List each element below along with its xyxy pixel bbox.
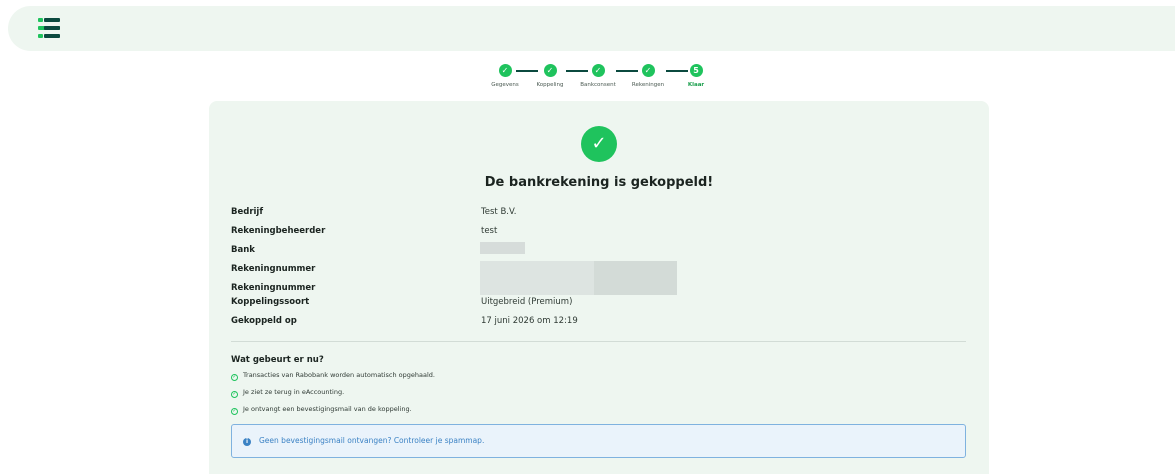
step-label: Bankconsent — [580, 82, 616, 88]
check-circle-icon: ✓ — [231, 408, 238, 415]
info-alert: i Geen bevestigingsmail ontvangen? Contr… — [231, 424, 966, 458]
detail-key: Bedrijf — [231, 207, 264, 217]
next-step-item: ✓ Je ziet ze terug in eAccounting. — [231, 388, 345, 398]
step-gegevens: ✓ Gegevens — [480, 64, 530, 88]
success-check-icon: ✓ — [581, 126, 617, 162]
next-step-item: ✓ Transacties van Rabobank worden automat… — [231, 371, 435, 381]
step-label: Rekeningen — [631, 82, 665, 88]
detail-key: Koppelingssoort — [231, 297, 310, 307]
info-icon: i — [243, 438, 251, 446]
detail-row-koppelingssoort: Koppelingssoort Uitgebreid (Premium) — [231, 297, 931, 311]
confirmation-card: ✓ De bankrekening is gekoppeld! Bedrijf … — [209, 101, 989, 474]
detail-value: test — [481, 226, 498, 236]
info-text: Geen bevestigingsmail ontvangen? Control… — [259, 436, 485, 445]
detail-key: Rekeningnummer — [231, 283, 316, 293]
step-koppeling: ✓ Koppeling — [525, 64, 575, 88]
check-circle-icon: ✓ — [231, 374, 238, 381]
top-bar — [8, 6, 1175, 51]
next-step-item: ✓ Je ontvangt een bevestigingsmail van de… — [231, 405, 412, 415]
step-bankconsent: ✓ Bankconsent — [573, 64, 623, 88]
section-divider — [231, 341, 966, 342]
step-rekeningen: ✓ Rekeningen — [623, 64, 673, 88]
check-icon: ✓ — [641, 64, 655, 77]
detail-row-rekeningbeheerder: Rekeningbeheerder test — [231, 226, 931, 240]
detail-row-bedrijf: Bedrijf Test B.V. — [231, 207, 931, 221]
detail-key: Rekeningbeheerder — [231, 226, 326, 236]
step-label: Gegevens — [491, 82, 519, 88]
page-title: De bankrekening is gekoppeld! — [484, 175, 714, 190]
detail-row-bank: Bank — [231, 245, 931, 259]
step-label: Koppeling — [536, 82, 564, 88]
next-steps-title: Wat gebeurt er nu? — [231, 355, 324, 365]
check-circle-icon: ✓ — [231, 391, 238, 398]
check-icon: ✓ — [543, 64, 557, 77]
detail-value: Test B.V. — [481, 207, 517, 217]
step-klaar: 5 Klaar — [671, 64, 721, 88]
step-number: 5 — [689, 64, 703, 77]
redacted-account-numbers-part — [594, 261, 677, 295]
detail-key: Bank — [231, 245, 255, 255]
detail-key: Rekeningnummer — [231, 264, 316, 274]
redacted-bank-value — [480, 242, 525, 254]
progress-stepper: ✓ Gegevens ✓ Koppeling ✓ Bankconsent ✓ R… — [480, 64, 720, 96]
detail-key: Gekoppeld op — [231, 316, 297, 326]
check-icon: ✓ — [591, 64, 605, 77]
detail-row-gekoppeld-op: Gekoppeld op 17 juni 2026 om 12:19 — [231, 316, 931, 330]
app-logo[interactable] — [38, 18, 60, 38]
detail-value: Uitgebreid (Premium) — [481, 297, 573, 307]
check-icon: ✓ — [498, 64, 512, 77]
step-label: Klaar — [687, 82, 705, 88]
detail-value: 17 juni 2026 om 12:19 — [481, 316, 578, 326]
